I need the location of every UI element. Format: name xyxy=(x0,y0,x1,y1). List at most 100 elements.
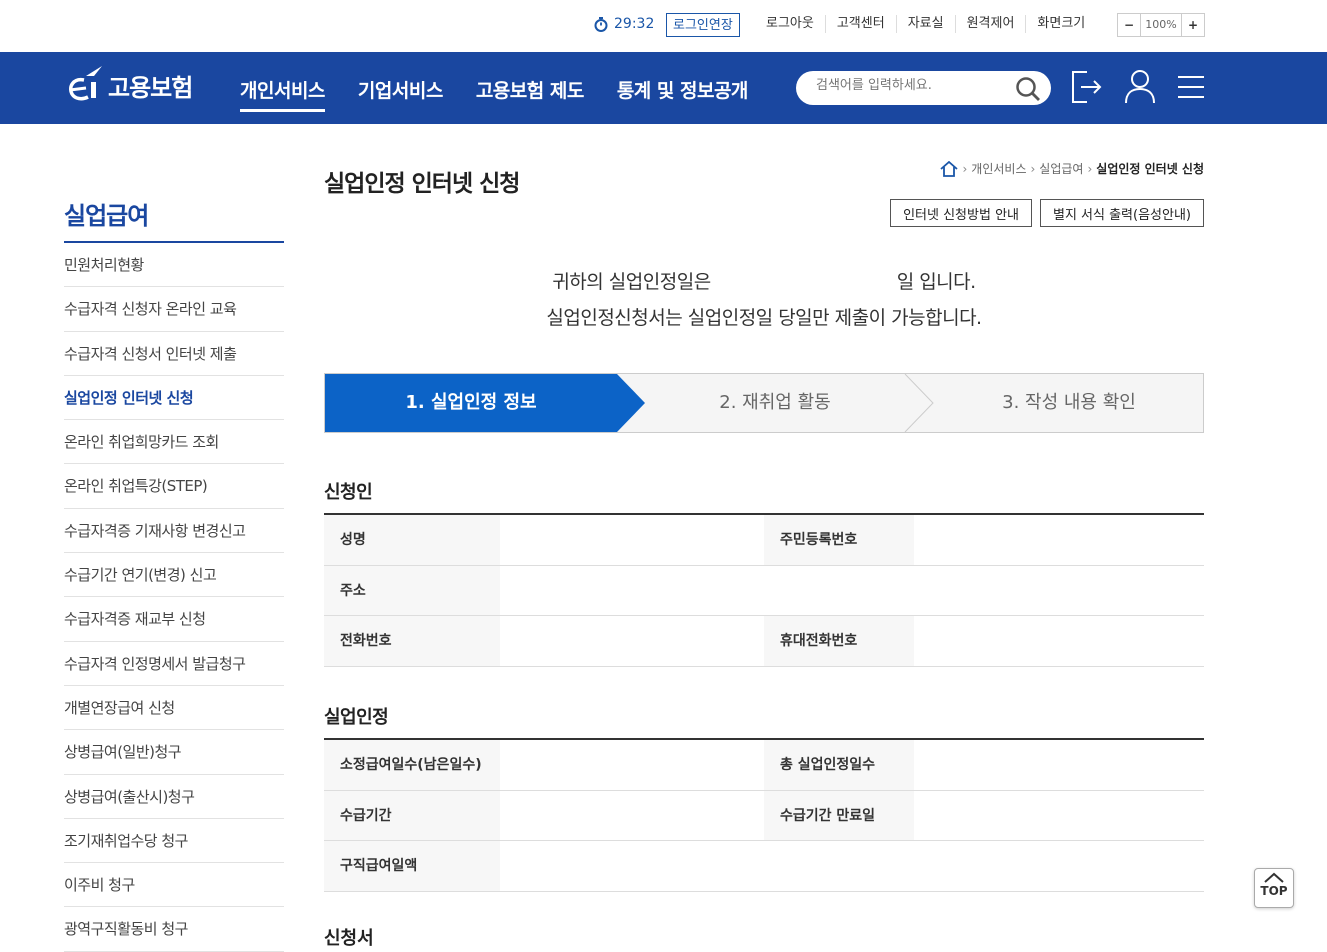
zoom-out-button[interactable]: − xyxy=(1118,14,1140,36)
internet-guide-button[interactable]: 인터넷 신청방법 안내 xyxy=(890,199,1032,227)
sidebar-item-early-reemployment[interactable]: 조기재취업수당 청구 xyxy=(64,819,284,864)
timer-value: 29:32 xyxy=(614,16,655,32)
logout-icon[interactable] xyxy=(1071,70,1103,104)
table-row: 수급기간 수급기간 만료일 xyxy=(324,790,1204,841)
unemployment-table: 소정급여일수(남은일수) 총 실업인정일수 수급기간 수급기간 만료일 구직급여… xyxy=(324,738,1204,892)
home-icon[interactable] xyxy=(940,160,959,177)
label-daily-amount: 구직급여일액 xyxy=(324,841,500,891)
site-logo[interactable]: 고용보험 xyxy=(64,64,193,106)
table-row: 주소 xyxy=(324,565,1204,616)
login-extend-button[interactable]: 로그인연장 xyxy=(666,13,740,37)
sidebar-item-change-report[interactable]: 수급자격증 기재사항 변경신고 xyxy=(64,509,284,554)
menu-statistics[interactable]: 통계 및 정보공개 xyxy=(617,76,749,112)
session-timer: 29:32 xyxy=(594,16,654,32)
remote-control-link[interactable]: 원격제어 xyxy=(954,15,1026,33)
sidebar-item-qualification-submit[interactable]: 수급자격 신청서 인터넷 제출 xyxy=(64,332,284,376)
breadcrumb: › 개인서비스 › 실업급여 › 실업인정 인터넷 신청 xyxy=(940,160,1204,177)
logout-link[interactable]: 로그아웃 xyxy=(755,15,825,33)
search-box xyxy=(796,71,1051,105)
breadcrumb-current: 실업인정 인터넷 신청 xyxy=(1096,162,1204,176)
utility-bar: 29:32 로그인연장 로그아웃 고객센터 자료실 원격제어 화면크기 − 10… xyxy=(0,0,1327,52)
sidebar-item-period-extension[interactable]: 수급기간 연기(변경) 신고 xyxy=(64,553,284,598)
side-nav-title: 실업급여 xyxy=(64,196,284,243)
breadcrumb-item[interactable]: 개인서비스 xyxy=(971,160,1026,177)
logo-text: 고용보험 xyxy=(108,73,193,102)
sidebar-item-unemployment-recognition[interactable]: 실업인정 인터넷 신청 xyxy=(64,376,284,421)
value-total-days xyxy=(914,740,1204,790)
sidebar-item-extended-benefit[interactable]: 개별연장급여 신청 xyxy=(64,686,284,731)
zoom-in-button[interactable]: + xyxy=(1182,14,1204,36)
label-total-days: 총 실업인정일수 xyxy=(764,740,914,790)
library-link[interactable]: 자료실 xyxy=(895,15,955,33)
value-rrn xyxy=(914,515,1204,565)
step-2: 2. 재취업 활동 xyxy=(719,392,831,413)
section-application-title: 신청서 xyxy=(324,928,374,949)
table-row: 성명 주민등록번호 xyxy=(324,515,1204,566)
sidebar-item-job-card[interactable]: 온라인 취업희망카드 조회 xyxy=(64,420,284,465)
user-icon[interactable] xyxy=(1124,69,1156,105)
menu-icon[interactable] xyxy=(1178,74,1204,100)
main-menu: 개인서비스 기업서비스 고용보험 제도 통계 및 정보공개 xyxy=(240,76,748,112)
search-icon[interactable] xyxy=(1015,76,1041,102)
value-benefit-days xyxy=(500,740,764,790)
stopwatch-icon xyxy=(594,16,608,32)
sidebar-item-online-education[interactable]: 수급자격 신청자 온라인 교육 xyxy=(64,287,284,332)
label-benefit-days: 소정급여일수(남은일수) xyxy=(324,740,500,790)
notice-line2: 실업인정신청서는 실업인정일 당일만 제출이 가능합니다. xyxy=(546,307,982,329)
page-title: 실업인정 인터넷 신청 xyxy=(324,171,520,197)
recognition-notice: 귀하의 실업인정일은 일 입니다. 실업인정신청서는 실업인정일 당일만 제출이… xyxy=(324,264,1204,336)
label-phone: 전화번호 xyxy=(324,616,500,666)
notice-post: 일 입니다. xyxy=(896,271,977,293)
table-row: 전화번호 휴대전화번호 xyxy=(324,616,1204,667)
label-period: 수급기간 xyxy=(324,790,500,840)
table-row: 소정급여일수(남은일수) 총 실업인정일수 xyxy=(324,740,1204,791)
value-expire xyxy=(914,790,1204,840)
label-rrn: 주민등록번호 xyxy=(764,515,914,565)
value-daily-amount xyxy=(500,841,1204,891)
sidebar-item-sickness-general[interactable]: 상병급여(일반)청구 xyxy=(64,730,284,775)
table-row: 구직급여일액 xyxy=(324,841,1204,892)
menu-personal-service[interactable]: 개인서비스 xyxy=(240,76,325,112)
menu-insurance-system[interactable]: 고용보험 제도 xyxy=(476,76,585,112)
customer-center-link[interactable]: 고객센터 xyxy=(824,15,896,33)
recognition-date-value xyxy=(711,264,897,300)
label-mobile: 휴대전화번호 xyxy=(764,616,914,666)
section-unemployment-title: 실업인정 xyxy=(324,707,389,728)
sidebar-item-reissue[interactable]: 수급자격증 재교부 신청 xyxy=(64,597,284,642)
sidebar-item-step[interactable]: 온라인 취업특강(STEP) xyxy=(64,464,284,509)
step-indicator: 1. 실업인정 정보 2. 재취업 활동 3. 작성 내용 확인 xyxy=(324,373,1204,433)
applicant-table: 성명 주민등록번호 주소 전화번호 휴대전화번호 xyxy=(324,513,1204,667)
action-buttons: 인터넷 신청방법 안내 별지 서식 출력(음성안내) xyxy=(890,199,1204,227)
value-mobile xyxy=(914,616,1204,666)
value-period xyxy=(500,790,764,840)
notice-pre: 귀하의 실업인정일은 xyxy=(552,271,711,293)
value-phone xyxy=(500,616,764,666)
sidebar-item-civil-status[interactable]: 민원처리현황 xyxy=(64,243,284,288)
global-navigation: 고용보험 개인서비스 기업서비스 고용보험 제도 통계 및 정보공개 xyxy=(0,52,1327,124)
value-name xyxy=(500,515,764,565)
search-input[interactable] xyxy=(816,78,1006,93)
sidebar-item-sickness-birth[interactable]: 상병급여(출산시)청구 xyxy=(64,775,284,819)
value-address xyxy=(500,565,1204,615)
scroll-top-button[interactable]: TOP xyxy=(1254,868,1294,908)
label-address: 주소 xyxy=(324,565,500,615)
ei-logo-icon xyxy=(69,66,102,101)
zoom-control: − 100% + xyxy=(1117,13,1205,37)
top-label: TOP xyxy=(1260,884,1288,898)
menu-corporate-service[interactable]: 기업서비스 xyxy=(358,76,443,112)
label-name: 성명 xyxy=(324,515,500,565)
step-1: 1. 실업인정 정보 xyxy=(405,392,537,413)
breadcrumb-item[interactable]: 실업급여 xyxy=(1039,160,1083,177)
screen-size-label: 화면크기 xyxy=(1025,15,1096,33)
chevron-up-icon xyxy=(1264,872,1284,883)
sidebar-item-statement[interactable]: 수급자격 인정명세서 발급청구 xyxy=(64,642,284,686)
sidebar-item-job-search-expense[interactable]: 광역구직활동비 청구 xyxy=(64,907,284,952)
step-3: 3. 작성 내용 확인 xyxy=(1002,392,1136,413)
sidebar-item-relocation[interactable]: 이주비 청구 xyxy=(64,863,284,908)
util-links: 로그아웃 고객센터 자료실 원격제어 화면크기 xyxy=(755,15,1096,33)
zoom-value: 100% xyxy=(1140,14,1182,36)
side-navigation: 실업급여 민원처리현황 수급자격 신청자 온라인 교육 수급자격 신청서 인터넷… xyxy=(64,196,284,952)
print-form-button[interactable]: 별지 서식 출력(음성안내) xyxy=(1039,199,1204,227)
section-applicant-title: 신청인 xyxy=(324,482,373,503)
side-nav-list: 민원처리현황 수급자격 신청자 온라인 교육 수급자격 신청서 인터넷 제출 실… xyxy=(64,243,284,952)
